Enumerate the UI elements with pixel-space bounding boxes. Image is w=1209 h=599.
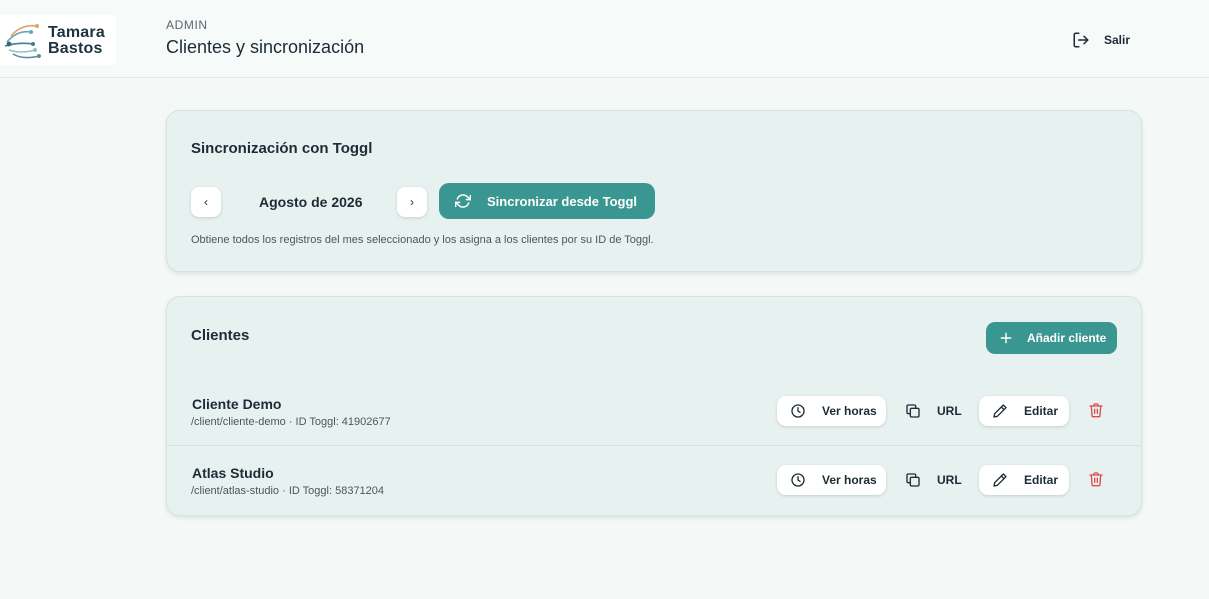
clock-icon [791,473,805,487]
clients-title: Clientes [191,327,250,344]
copy-url-label: URL [937,404,962,418]
sync-card: Sincronización con Toggl ‹ Agosto de 202… [166,110,1142,272]
brand-name: Tamara Bastos [48,25,105,57]
logout-label: Salir [1104,33,1131,47]
copy-url-button[interactable]: URL [905,396,962,426]
plus-icon [1000,332,1012,344]
sync-help-text: Obtiene todos los registros del mes sele… [191,234,654,246]
sync-toggl-button[interactable]: Sincronizar desde Toggl [439,183,655,219]
client-name: Atlas Studio [192,465,274,481]
copy-icon [906,473,920,487]
clients-card: Clientes Añadir cliente Cliente Demo /cl… [166,296,1142,516]
prev-month-button[interactable]: ‹ [191,187,221,217]
view-hours-button[interactable]: Ver horas [777,396,886,426]
section-label: ADMIN [166,18,208,32]
view-hours-label: Ver horas [822,473,877,487]
add-client-button[interactable]: Añadir cliente [986,322,1117,354]
edit-client-button[interactable]: Editar [979,465,1069,495]
trash-icon [1089,472,1103,487]
circuit-tree-icon [4,24,41,59]
trash-icon [1089,403,1103,418]
page-title: Clientes y sincronización [166,37,365,57]
sync-toggl-label: Sincronizar desde Toggl [487,193,638,209]
edit-client-label: Editar [1024,404,1059,418]
client-meta: /client/atlas-studio · ID Toggl: 5837120… [191,485,385,497]
clock-icon [791,404,805,418]
current-month: Agosto de 2026 [259,194,363,210]
delete-client-button[interactable] [1088,471,1106,489]
copy-url-label: URL [937,473,962,487]
refresh-icon [455,194,471,208]
edit-client-label: Editar [1024,473,1059,487]
logout-button[interactable]: Salir [1072,29,1130,51]
add-client-label: Añadir cliente [1027,331,1107,345]
client-row: Atlas Studio /client/atlas-studio · ID T… [167,447,1141,515]
copy-icon [906,404,920,418]
app-header: Tamara Bastos ADMIN Clientes y sincroniz… [0,0,1209,78]
view-hours-label: Ver horas [822,404,877,418]
logout-icon [1073,32,1089,48]
pencil-icon [993,404,1007,418]
sync-title: Sincronización con Toggl [191,140,373,157]
copy-url-button[interactable]: URL [905,465,962,495]
client-meta: /client/cliente-demo · ID Toggl: 4190267… [191,416,391,428]
edit-client-button[interactable]: Editar [979,396,1069,426]
pencil-icon [993,473,1007,487]
client-name: Cliente Demo [192,396,282,412]
brand-logo[interactable]: Tamara Bastos [0,15,116,65]
next-month-button[interactable]: › [397,187,427,217]
client-row: Cliente Demo /client/cliente-demo · ID T… [167,378,1141,446]
brand-line-2: Bastos [48,40,103,57]
view-hours-button[interactable]: Ver horas [777,465,886,495]
brand-line-1: Tamara [48,24,105,41]
delete-client-button[interactable] [1088,402,1106,420]
